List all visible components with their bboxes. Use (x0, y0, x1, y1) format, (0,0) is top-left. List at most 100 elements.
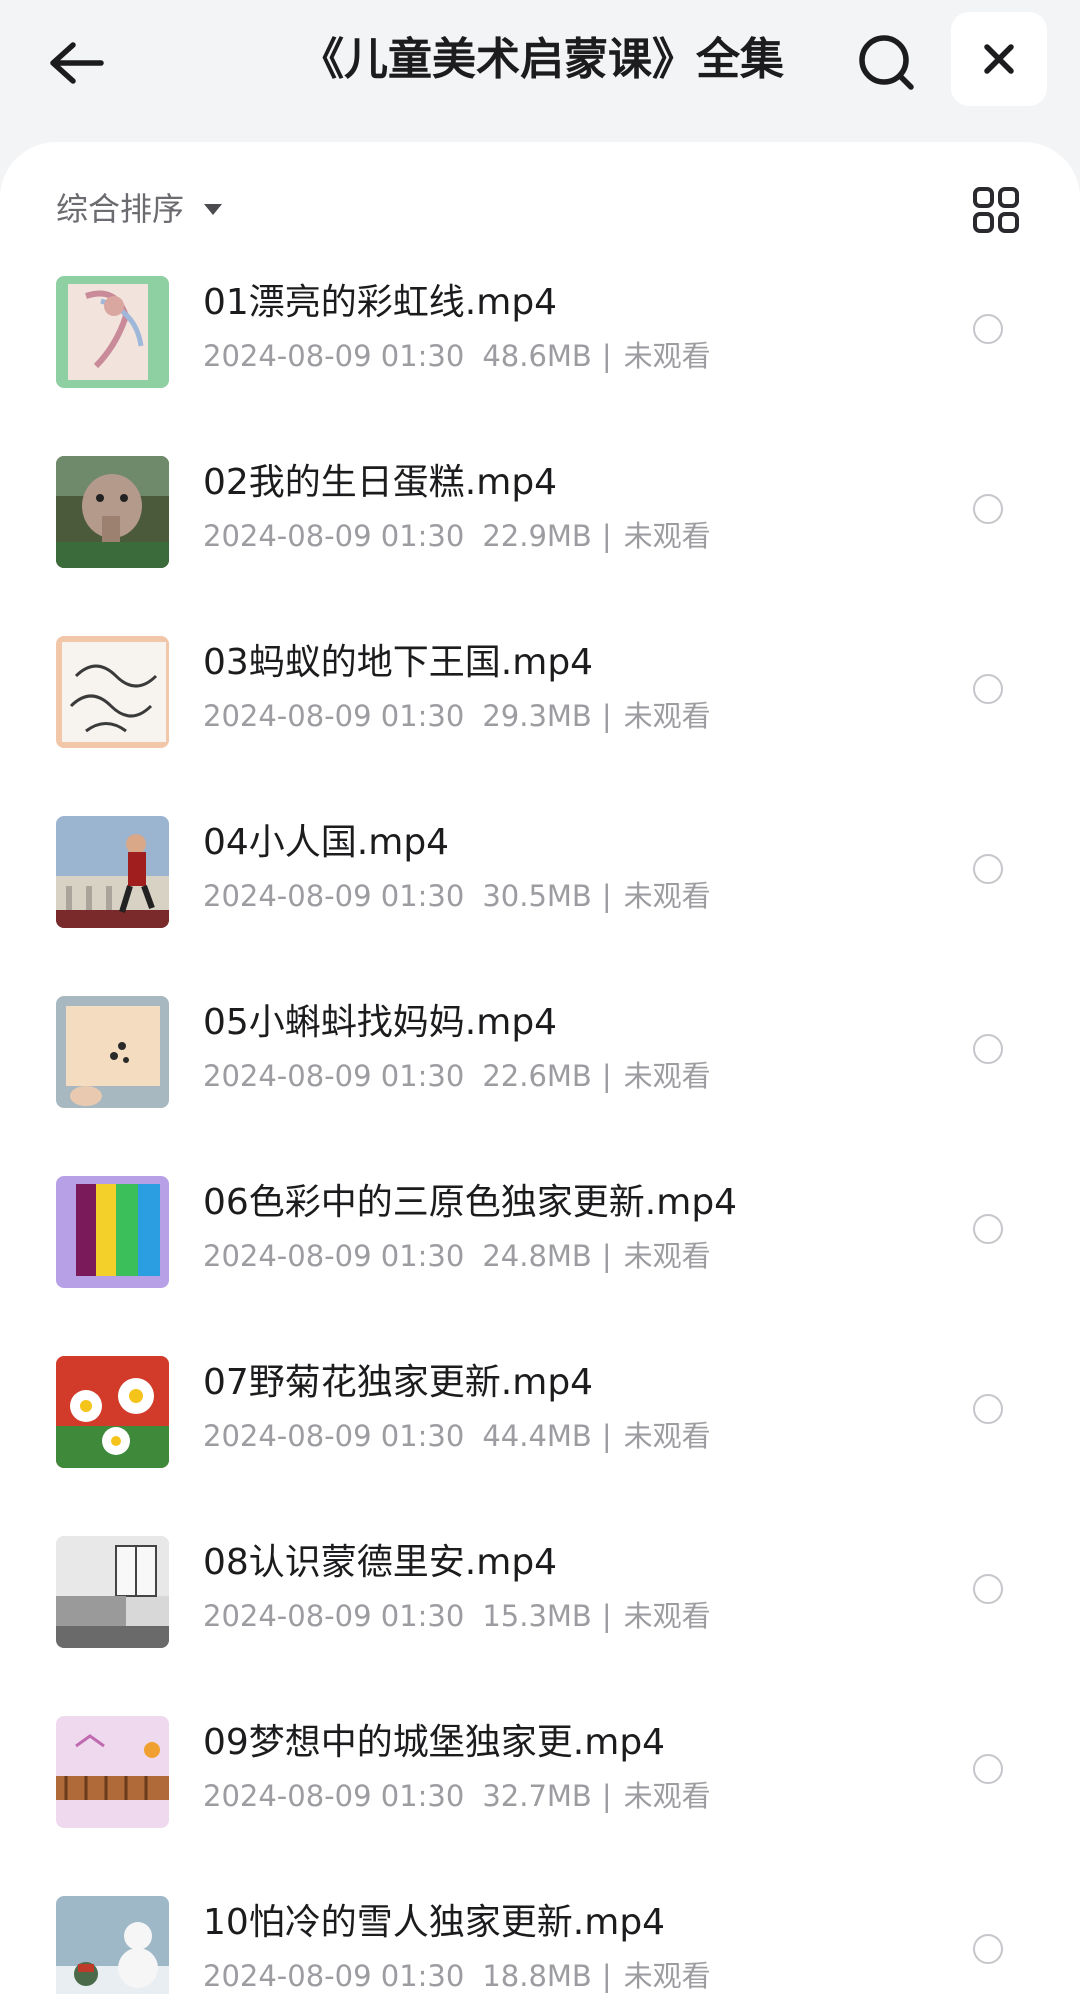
file-date: 2024-08-09 01:30 (203, 519, 465, 553)
watch-status: 未观看 (623, 1419, 711, 1453)
file-name: 02我的生日蛋糕.mp4 (203, 462, 558, 503)
close-icon (984, 44, 1014, 74)
search-icon (859, 35, 914, 90)
file-date: 2024-08-09 01:30 (203, 1239, 465, 1273)
meta-separator: | (601, 1959, 612, 1993)
list-item[interactable]: 01漂亮的彩虹线.mp4 2024-08-09 01:30 48.6MB | 未… (0, 270, 1080, 450)
list-item[interactable]: 06色彩中的三原色独家更新.mp4 2024-08-09 01:30 24.8M… (0, 1170, 1080, 1350)
meta-separator: | (601, 1779, 612, 1813)
select-radio[interactable] (973, 1214, 1003, 1244)
meta-separator: | (601, 1059, 612, 1093)
video-thumbnail (56, 1896, 169, 1994)
file-size: 18.8MB (482, 1959, 592, 1993)
watch-status: 未观看 (623, 1239, 711, 1273)
select-radio[interactable] (973, 1934, 1003, 1964)
file-name: 03蚂蚁的地下王国.mp4 (203, 642, 594, 683)
file-date: 2024-08-09 01:30 (203, 699, 465, 733)
back-button[interactable] (44, 30, 110, 96)
video-thumbnail (56, 1176, 169, 1288)
select-radio[interactable] (973, 494, 1003, 524)
watch-status: 未观看 (623, 519, 711, 553)
list-item[interactable]: 10怕冷的雪人独家更新.mp4 2024-08-09 01:30 18.8MB … (0, 1890, 1080, 1994)
file-meta: 2024-08-09 01:30 18.8MB | 未观看 (203, 1956, 711, 1994)
caret-down-icon (204, 203, 223, 215)
file-size: 30.5MB (482, 879, 592, 913)
file-meta: 2024-08-09 01:30 24.8MB | 未观看 (203, 1236, 711, 1276)
file-meta: 2024-08-09 01:30 32.7MB | 未观看 (203, 1776, 711, 1816)
watch-status: 未观看 (623, 699, 711, 733)
select-radio[interactable] (973, 1034, 1003, 1064)
watch-status: 未观看 (623, 1599, 711, 1633)
file-meta: 2024-08-09 01:30 29.3MB | 未观看 (203, 696, 711, 736)
file-meta: 2024-08-09 01:30 44.4MB | 未观看 (203, 1416, 711, 1456)
watch-status: 未观看 (623, 1059, 711, 1093)
list-item[interactable]: 02我的生日蛋糕.mp4 2024-08-09 01:30 22.9MB | 未… (0, 450, 1080, 630)
grid-view-button[interactable] (968, 182, 1024, 238)
list-item[interactable]: 07野菊花独家更新.mp4 2024-08-09 01:30 44.4MB | … (0, 1350, 1080, 1530)
file-meta: 2024-08-09 01:30 15.3MB | 未观看 (203, 1596, 711, 1636)
file-date: 2024-08-09 01:30 (203, 1059, 465, 1093)
list-item[interactable]: 04小人国.mp4 2024-08-09 01:30 30.5MB | 未观看 (0, 810, 1080, 990)
file-name: 07野菊花独家更新.mp4 (203, 1362, 594, 1403)
list-item[interactable]: 03蚂蚁的地下王国.mp4 2024-08-09 01:30 29.3MB | … (0, 630, 1080, 810)
video-thumbnail (56, 456, 169, 568)
file-meta: 2024-08-09 01:30 22.6MB | 未观看 (203, 1056, 711, 1096)
select-radio[interactable] (973, 1574, 1003, 1604)
video-thumbnail (56, 816, 169, 928)
file-size: 22.6MB (482, 1059, 592, 1093)
meta-separator: | (601, 339, 612, 373)
file-name: 08认识蒙德里安.mp4 (203, 1542, 558, 1583)
arrow-left-icon (50, 42, 104, 84)
file-size: 15.3MB (482, 1599, 592, 1633)
page-title: 《儿童美术启蒙课》全集 (300, 34, 784, 85)
select-radio[interactable] (973, 1754, 1003, 1784)
watch-status: 未观看 (623, 879, 711, 913)
file-name: 06色彩中的三原色独家更新.mp4 (203, 1182, 738, 1223)
select-radio[interactable] (973, 1394, 1003, 1424)
video-thumbnail (56, 1716, 169, 1828)
file-list-panel: 综合排序 01漂亮的彩虹线.mp4 2024-08-09 01:30 48.6M… (0, 142, 1080, 1994)
video-thumbnail (56, 1536, 169, 1648)
sort-dropdown[interactable]: 综合排序 (56, 182, 223, 232)
file-name: 09梦想中的城堡独家更.mp4 (203, 1722, 666, 1763)
meta-separator: | (601, 699, 612, 733)
video-thumbnail (56, 636, 169, 748)
meta-separator: | (601, 879, 612, 913)
watch-status: 未观看 (623, 1779, 711, 1813)
list-item[interactable]: 05小蝌蚪找妈妈.mp4 2024-08-09 01:30 22.6MB | 未… (0, 990, 1080, 1170)
video-thumbnail (56, 996, 169, 1108)
meta-separator: | (601, 1419, 612, 1453)
meta-separator: | (601, 1239, 612, 1273)
file-size: 44.4MB (482, 1419, 592, 1453)
meta-separator: | (601, 519, 612, 553)
file-size: 24.8MB (482, 1239, 592, 1273)
select-radio[interactable] (973, 854, 1003, 884)
search-button[interactable] (852, 28, 922, 98)
file-size: 22.9MB (482, 519, 592, 553)
file-date: 2024-08-09 01:30 (203, 1959, 465, 1993)
sort-label: 综合排序 (56, 190, 185, 228)
file-name: 05小蝌蚪找妈妈.mp4 (203, 1002, 558, 1043)
grid-view-icon (973, 187, 1019, 233)
list-item[interactable]: 09梦想中的城堡独家更.mp4 2024-08-09 01:30 32.7MB … (0, 1710, 1080, 1890)
list-item[interactable]: 08认识蒙德里安.mp4 2024-08-09 01:30 15.3MB | 未… (0, 1530, 1080, 1710)
file-name: 10怕冷的雪人独家更新.mp4 (203, 1902, 666, 1943)
file-size: 32.7MB (482, 1779, 592, 1813)
file-date: 2024-08-09 01:30 (203, 1779, 465, 1813)
file-meta: 2024-08-09 01:30 48.6MB | 未观看 (203, 336, 711, 376)
close-button[interactable] (951, 12, 1047, 106)
watch-status: 未观看 (623, 1959, 711, 1993)
file-name: 04小人国.mp4 (203, 822, 450, 863)
select-radio[interactable] (973, 674, 1003, 704)
video-thumbnail (56, 1356, 169, 1468)
file-size: 48.6MB (482, 339, 592, 373)
file-name: 01漂亮的彩虹线.mp4 (203, 282, 558, 323)
meta-separator: | (601, 1599, 612, 1633)
top-bar: 《儿童美术启蒙课》全集 (0, 0, 1080, 142)
select-radio[interactable] (973, 314, 1003, 344)
watch-status: 未观看 (623, 339, 711, 373)
file-meta: 2024-08-09 01:30 30.5MB | 未观看 (203, 876, 711, 916)
file-meta: 2024-08-09 01:30 22.9MB | 未观看 (203, 516, 711, 556)
file-size: 29.3MB (482, 699, 592, 733)
file-date: 2024-08-09 01:30 (203, 1599, 465, 1633)
